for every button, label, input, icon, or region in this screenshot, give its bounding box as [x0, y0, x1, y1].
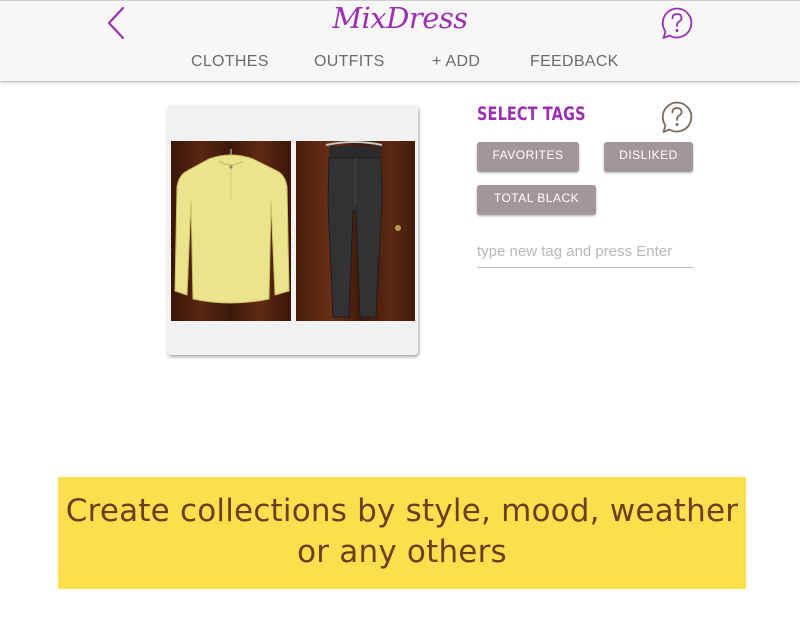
jeans-image [296, 141, 415, 321]
outfit-item-photo[interactable] [171, 141, 291, 321]
back-button[interactable] [103, 5, 129, 41]
top-app-bar: MixDress CLOTHES OUTFITS + ADD FEEDBACK [0, 0, 800, 81]
tab-outfits[interactable]: OUTFITS [314, 53, 385, 71]
tag-disliked[interactable]: DISLIKED [604, 142, 693, 172]
blouse-image [171, 141, 291, 321]
new-tag-input[interactable] [477, 236, 693, 268]
outfit-card[interactable] [167, 105, 418, 355]
promo-text-line-1: Create collections by style, mood, weath… [65, 493, 739, 529]
tags-help-button[interactable] [660, 100, 694, 134]
promo-text: Create collections by style, mood, weath… [58, 491, 746, 573]
tab-add[interactable]: + ADD [432, 53, 480, 71]
select-tags-title: SELECT TAGS [477, 103, 586, 125]
tab-clothes[interactable]: CLOTHES [191, 53, 269, 71]
help-button[interactable] [660, 6, 694, 40]
tag-favorites[interactable]: FAVORITES [477, 142, 579, 172]
promo-banner: Create collections by style, mood, weath… [58, 477, 746, 589]
tab-feedback[interactable]: FEEDBACK [530, 53, 619, 71]
chevron-left-icon [107, 6, 125, 40]
help-bubble-icon [661, 101, 693, 133]
app-logo: MixDress [332, 1, 468, 35]
help-bubble-icon [661, 7, 693, 39]
outfit-item-photo[interactable] [296, 141, 415, 321]
promo-text-line-2: or any others [297, 534, 507, 570]
tag-total-black[interactable]: TOTAL BLACK [477, 185, 596, 215]
